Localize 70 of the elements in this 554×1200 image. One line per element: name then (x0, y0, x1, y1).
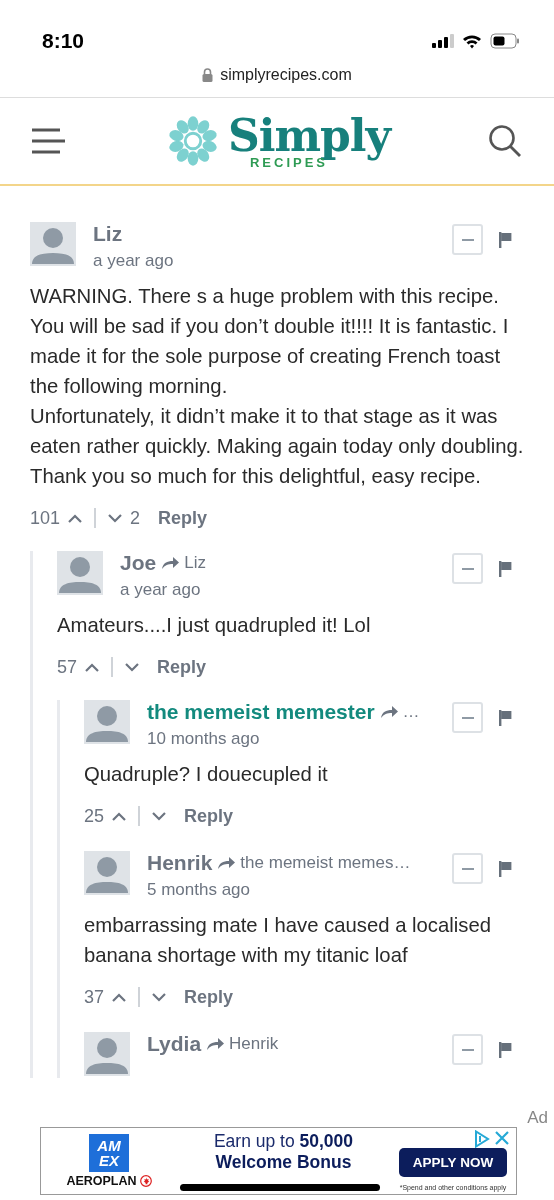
reply-arrow-icon (217, 856, 236, 870)
author-name[interactable]: Liz (93, 222, 123, 246)
collapse-button[interactable] (452, 702, 483, 733)
flag-icon[interactable] (499, 860, 512, 877)
comment-time[interactable]: a year ago (120, 580, 435, 600)
upvote-count: 25 (84, 805, 105, 827)
collapse-button[interactable] (452, 553, 483, 584)
maple-leaf-icon (139, 1175, 152, 1187)
upvote-count: 101 (30, 507, 61, 529)
author-name[interactable]: Lydia (147, 1032, 202, 1056)
comment-text: embarrassing mate I have caused a localised banana shortage with my titanic loaf (84, 913, 492, 968)
author-name[interactable]: Joe (120, 551, 157, 575)
collapse-button[interactable] (452, 853, 483, 884)
flag-icon[interactable] (499, 1041, 512, 1058)
ad-subheadline: Welcome Bonus (215, 1152, 352, 1173)
minus-icon (461, 716, 474, 719)
comment-time[interactable]: a year ago (93, 251, 435, 271)
signal-icon (432, 34, 454, 48)
wifi-icon (462, 33, 482, 49)
flag-icon[interactable] (499, 709, 512, 726)
author-name[interactable]: the memeist memester (147, 700, 375, 724)
comment-time[interactable]: 10 months ago (147, 729, 435, 749)
comment-text: Quadruple? I douecupled it (84, 762, 329, 787)
comment-text: Amateurs....I just quadrupled it! Lol (57, 613, 372, 638)
minus-icon (461, 567, 474, 570)
reply-link[interactable]: Reply (184, 986, 234, 1008)
comment-text: WARNING. There s a huge problem with this recipe. You will be sad if you don’t double it!!!! It is fantastic. I made it for the sole purpose of creating French toast the following morning. Unfortunately, it didn’t make it to that stage as it was eaten rather quickly. Making again today only doubling. Thank you so much for this delightful, easy recipe. (30, 284, 525, 489)
upvote-icon[interactable] (85, 662, 100, 672)
replied-to-name[interactable]: Liz (184, 553, 206, 573)
upvote-count: 57 (57, 656, 78, 678)
collapse-button[interactable] (452, 224, 483, 255)
downvote-icon[interactable] (108, 513, 123, 523)
search-icon[interactable] (488, 124, 522, 158)
close-icon[interactable] (494, 1130, 510, 1146)
upvote-icon[interactable] (112, 992, 127, 1002)
lock-icon (202, 68, 214, 82)
minus-icon (461, 867, 474, 870)
url-text[interactable]: simplyrecipes.com (220, 66, 352, 84)
clock-time: 8:10 (42, 29, 85, 53)
battery-icon (490, 33, 520, 49)
collapse-button[interactable] (452, 1034, 483, 1065)
upvote-icon[interactable] (68, 513, 83, 523)
ad-choices-icon[interactable] (474, 1130, 490, 1148)
downvote-count: 2 (130, 507, 141, 529)
reply-link[interactable]: Reply (158, 507, 208, 529)
downvote-icon[interactable] (152, 811, 167, 821)
downvote-icon[interactable] (152, 992, 167, 1002)
flag-icon[interactable] (499, 231, 512, 248)
author-name[interactable]: Henrik (147, 851, 213, 875)
replied-to-name[interactable]: Henrik (229, 1034, 279, 1054)
reply-link[interactable]: Reply (184, 805, 234, 827)
upvote-count: 37 (84, 986, 105, 1008)
apply-button[interactable]: APPLY NOW (398, 1148, 508, 1177)
brand-name: AEROPLAN (66, 1174, 137, 1188)
minus-icon (461, 238, 474, 241)
ad-label: Ad (527, 1108, 548, 1128)
replied-to-name[interactable]: the memeist memes… (240, 853, 411, 873)
reply-link[interactable]: Reply (157, 656, 207, 678)
menu-icon[interactable] (32, 128, 66, 154)
reply-arrow-icon (161, 556, 180, 570)
upvote-icon[interactable] (112, 811, 127, 821)
downvote-icon[interactable] (125, 662, 140, 672)
flag-icon[interactable] (499, 560, 512, 577)
minus-icon (461, 1048, 474, 1051)
reply-arrow-icon (206, 1037, 225, 1051)
replied-to-name[interactable]: … (402, 702, 420, 722)
ad-headline: Earn up to 50,000 (213, 1131, 354, 1152)
amex-logo: AM EX (89, 1134, 129, 1172)
comment-time[interactable]: 5 months ago (147, 880, 435, 900)
reply-arrow-icon (379, 705, 398, 719)
